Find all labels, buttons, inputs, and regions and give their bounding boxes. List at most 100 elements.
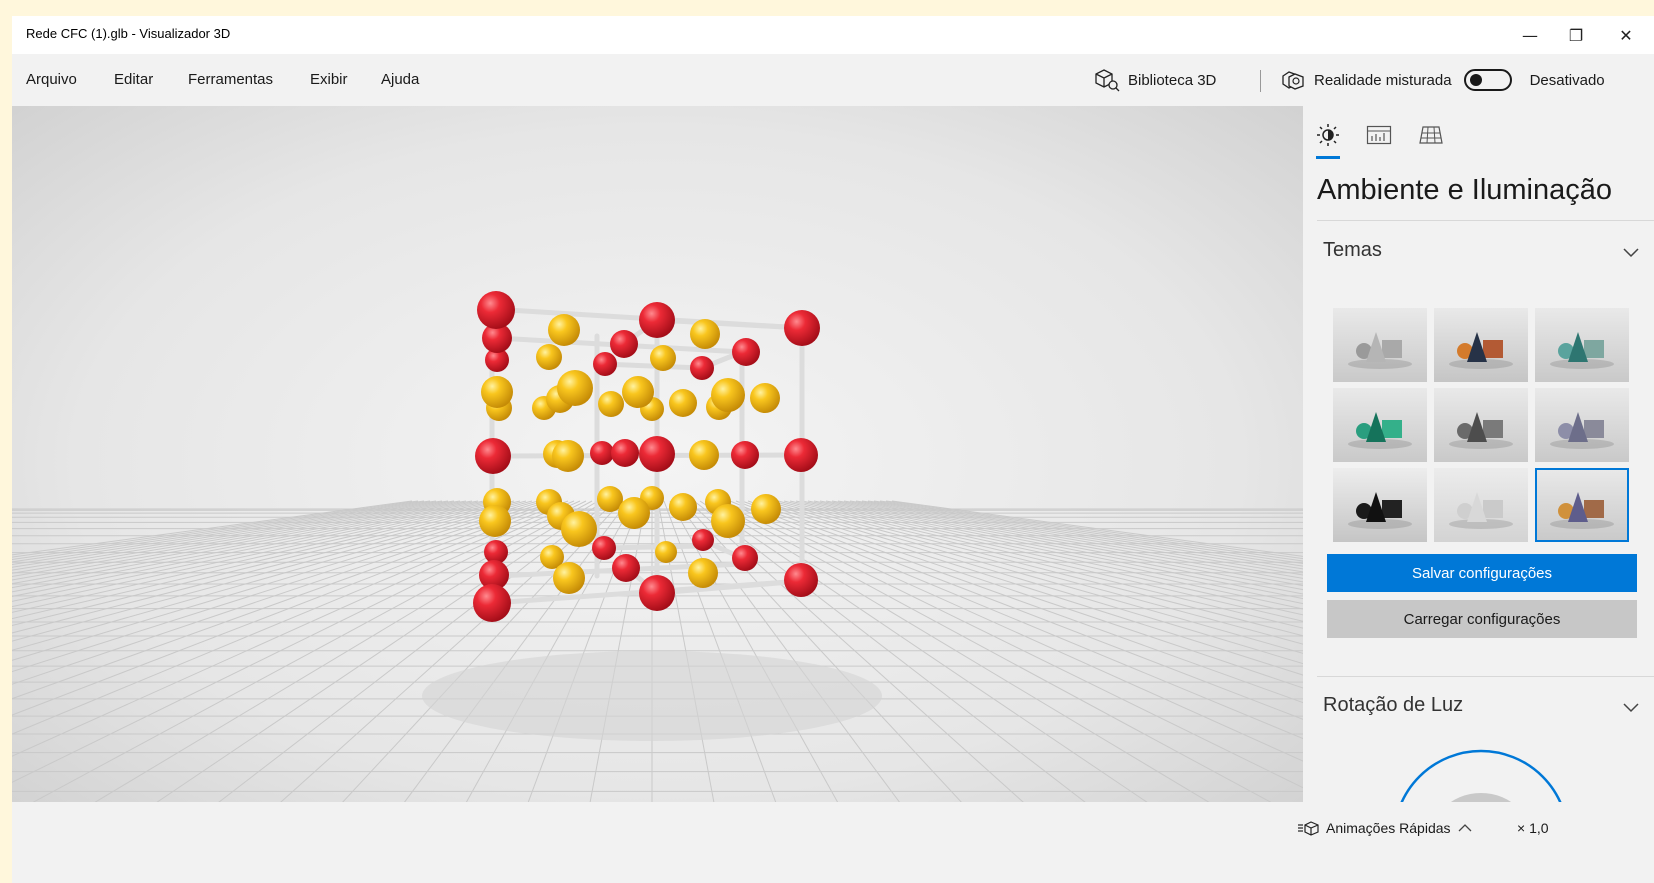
model-shadow bbox=[422, 651, 882, 741]
theme-thumbnail[interactable] bbox=[1434, 468, 1528, 542]
mixed-reality-toggle[interactable] bbox=[1463, 69, 1512, 91]
yellow-atom bbox=[690, 319, 720, 349]
yellow-atom bbox=[711, 378, 745, 412]
red-atom bbox=[732, 545, 758, 571]
yellow-atom bbox=[750, 383, 780, 413]
yellow-atom bbox=[557, 370, 593, 406]
minimize-icon: — bbox=[1522, 25, 1538, 45]
theme-thumbnail[interactable] bbox=[1333, 308, 1427, 382]
yellow-atom bbox=[598, 391, 624, 417]
chart-icon bbox=[1366, 125, 1392, 145]
tab-grid[interactable] bbox=[1416, 120, 1446, 150]
section-divider bbox=[1317, 676, 1654, 677]
panel-divider bbox=[1317, 220, 1654, 221]
minimize-button[interactable]: — bbox=[1510, 22, 1550, 48]
red-atom bbox=[639, 575, 675, 611]
close-icon: ✕ bbox=[1619, 25, 1633, 45]
red-atom bbox=[592, 536, 616, 560]
yellow-atom bbox=[622, 376, 654, 408]
theme-thumbnail[interactable] bbox=[1535, 388, 1629, 462]
red-atom bbox=[732, 338, 760, 366]
yellow-atom bbox=[655, 541, 677, 563]
red-atom bbox=[590, 441, 614, 465]
restore-button[interactable]: ❐ bbox=[1556, 22, 1596, 48]
yellow-atom bbox=[552, 440, 584, 472]
red-atom bbox=[593, 352, 617, 376]
lattice-bond bbox=[599, 543, 705, 551]
yellow-atom bbox=[561, 511, 597, 547]
toolbar-divider bbox=[1260, 70, 1261, 92]
speed-indicator[interactable]: × 1,0 bbox=[1517, 820, 1549, 836]
tab-environment[interactable] bbox=[1313, 120, 1343, 150]
grid-icon bbox=[1419, 126, 1443, 144]
menu-editar[interactable]: Editar bbox=[114, 71, 153, 88]
close-button[interactable]: ✕ bbox=[1606, 22, 1646, 48]
theme-grid bbox=[1333, 308, 1633, 542]
yellow-atom bbox=[548, 314, 580, 346]
theme-thumbnail[interactable] bbox=[1535, 468, 1629, 542]
yellow-atom bbox=[536, 344, 562, 370]
mixed-reality-control: Realidade misturada Desativado bbox=[1280, 66, 1605, 94]
yellow-atom bbox=[481, 376, 513, 408]
red-atom bbox=[731, 441, 759, 469]
themes-section-header[interactable]: Temas bbox=[1323, 239, 1382, 262]
3d-viewport[interactable] bbox=[12, 106, 1303, 846]
red-atom bbox=[690, 356, 714, 380]
app-window: Rede CFC (1).glb - Visualizador 3D — ❐ ✕… bbox=[12, 16, 1654, 883]
yellow-atom bbox=[669, 493, 697, 521]
yellow-atom bbox=[618, 497, 650, 529]
menu-arquivo[interactable]: Arquivo bbox=[26, 71, 77, 88]
red-atom bbox=[612, 554, 640, 582]
title-bar: Rede CFC (1).glb - Visualizador 3D — ❐ ✕ bbox=[12, 16, 1654, 54]
red-atom bbox=[784, 563, 818, 597]
theme-thumbnail[interactable] bbox=[1434, 388, 1528, 462]
mixed-reality-icon bbox=[1282, 71, 1304, 90]
yellow-atom bbox=[669, 389, 697, 417]
red-atom bbox=[639, 436, 675, 472]
menu-ajuda[interactable]: Ajuda bbox=[381, 71, 419, 88]
panel-title: Ambiente e Iluminação bbox=[1317, 174, 1612, 206]
red-atom bbox=[784, 438, 818, 472]
mixed-reality-status: Desativado bbox=[1529, 71, 1605, 89]
red-atom bbox=[611, 439, 639, 467]
library-3d-label: Biblioteca 3D bbox=[1128, 71, 1217, 89]
red-atom bbox=[477, 291, 515, 329]
cube-library-icon bbox=[1095, 69, 1120, 92]
red-atom bbox=[639, 302, 675, 338]
theme-thumbnail[interactable] bbox=[1434, 308, 1528, 382]
menu-bar: Arquivo Editar Ferramentas Exibir Ajuda … bbox=[12, 54, 1654, 106]
yellow-atom bbox=[711, 504, 745, 538]
menu-ferramentas[interactable]: Ferramentas bbox=[188, 71, 273, 88]
restore-icon: ❐ bbox=[1568, 25, 1584, 45]
yellow-atom bbox=[751, 494, 781, 524]
yellow-atom bbox=[650, 345, 676, 371]
animations-dropdown[interactable]: Animações Rápidas bbox=[1298, 820, 1473, 836]
chevron-down-icon[interactable] bbox=[1621, 242, 1641, 262]
theme-thumbnail[interactable] bbox=[1535, 308, 1629, 382]
animation-icon bbox=[1298, 821, 1319, 836]
load-settings-button[interactable]: Carregar configurações bbox=[1327, 600, 1637, 638]
chevron-up-icon bbox=[1458, 824, 1471, 832]
window-title: Rede CFC (1).glb - Visualizador 3D bbox=[26, 26, 231, 41]
light-rotation-header[interactable]: Rotação de Luz bbox=[1323, 694, 1463, 717]
menu-exibir[interactable]: Exibir bbox=[310, 71, 348, 88]
library-3d-button[interactable]: Biblioteca 3D bbox=[1094, 66, 1216, 94]
tab-stats[interactable] bbox=[1364, 120, 1394, 150]
theme-thumbnail[interactable] bbox=[1333, 468, 1427, 542]
toggle-knob bbox=[1469, 74, 1482, 86]
active-tab-indicator bbox=[1316, 156, 1340, 159]
animations-label: Animações Rápidas bbox=[1326, 820, 1451, 836]
mixed-reality-label: Realidade misturada bbox=[1314, 71, 1452, 89]
theme-thumbnail[interactable] bbox=[1333, 388, 1427, 462]
red-atom bbox=[784, 310, 820, 346]
environment-panel: Ambiente e Iluminação Temas Salvar confi… bbox=[1303, 106, 1654, 846]
red-atom bbox=[475, 438, 511, 474]
yellow-atom bbox=[553, 562, 585, 594]
scene-canvas[interactable] bbox=[12, 106, 1303, 846]
save-settings-button[interactable]: Salvar configurações bbox=[1327, 554, 1637, 592]
yellow-atom bbox=[689, 440, 719, 470]
yellow-atom bbox=[479, 505, 511, 537]
chevron-down-icon[interactable] bbox=[1621, 697, 1641, 717]
yellow-atom bbox=[688, 558, 718, 588]
red-atom bbox=[692, 529, 714, 551]
